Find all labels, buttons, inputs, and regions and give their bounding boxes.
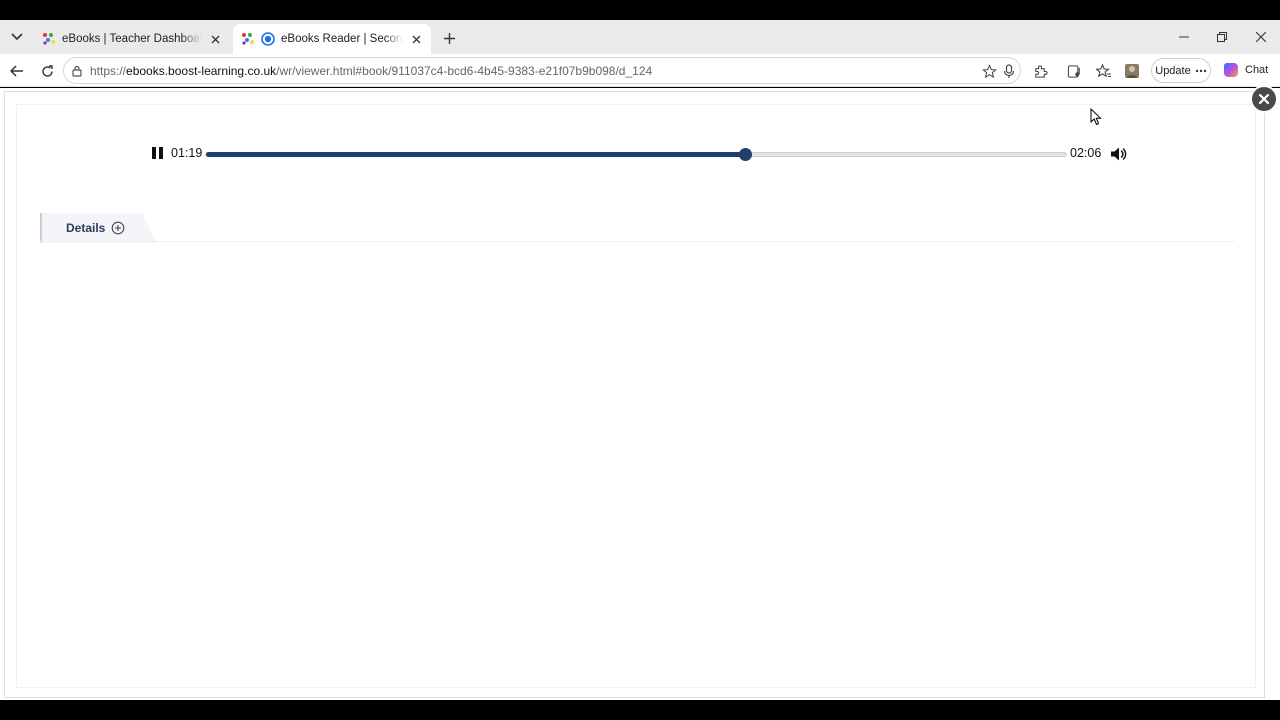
update-button[interactable]: Update [1151,58,1211,83]
audio-player: 01:19 02:06 [150,143,1130,165]
profile-avatar-icon [1125,64,1139,78]
seek-slider[interactable] [205,148,1067,161]
extensions-button[interactable] [1030,61,1050,81]
microphone-icon [1003,63,1015,78]
profile-button[interactable] [1122,61,1142,81]
screen-bottom-bar [0,700,1280,720]
star-outline-icon [981,63,997,78]
seek-thumb[interactable] [739,148,753,161]
restore-icon [1217,32,1227,42]
screen-top-bar [0,0,1280,20]
favorites-button[interactable] [1094,61,1114,81]
boost-favicon-icon [43,33,55,45]
seek-progress [206,152,746,157]
pause-icon-bar [151,147,156,159]
url-host: ebooks.boost-learning.co.uk [126,63,277,78]
chevron-down-icon [11,33,23,41]
details-divider [40,241,1235,242]
chat-label: Chat [1245,64,1269,76]
volume-button[interactable] [1110,146,1128,162]
music-note-icon [1067,64,1080,78]
media-playing-icon [261,32,275,46]
favorite-star-button[interactable] [981,63,997,79]
new-tab-button[interactable] [439,28,459,48]
close-tab-icon[interactable] [409,32,423,46]
reload-button[interactable] [37,61,57,81]
copilot-chat-button[interactable]: Chat [1222,59,1268,81]
tab-teacher-dashboard[interactable]: eBooks | Teacher Dashboard | Boo [34,24,230,54]
minimize-button[interactable] [1174,28,1194,46]
tab-ebooks-reader[interactable]: eBooks Reader | Secondary St [233,24,431,54]
boost-favicon-icon [242,33,254,45]
details-tab[interactable]: Details [40,213,156,243]
mouse-cursor-icon [1090,108,1102,126]
close-modal-button[interactable] [1252,87,1276,111]
tab-strip: eBooks | Teacher Dashboard | Boo eBooks … [0,20,1280,54]
close-icon [1256,32,1266,42]
details-label: Details [66,221,106,235]
page-viewport [0,88,1280,700]
read-aloud-button[interactable] [1001,63,1017,79]
url-path: /wr/viewer.html#book/911037c4-bcd6-4b45-… [276,63,653,78]
site-info-icon[interactable] [70,64,84,78]
favorites-list-icon [1096,63,1111,77]
reader-modal [4,91,1265,698]
plus-icon [443,32,455,44]
address-bar[interactable]: https://ebooks.boost-learning.co.uk/wr/v… [63,57,1021,84]
browser-toolbar: https://ebooks.boost-learning.co.uk/wr/v… [0,54,1280,87]
media-control-button[interactable] [1064,61,1084,81]
reload-icon [41,64,53,77]
more-dots-icon [1195,69,1206,72]
puzzle-icon [1034,64,1048,78]
arrow-left-icon [10,65,23,77]
back-button[interactable] [7,61,27,81]
reader-modal-content [16,104,1256,688]
url-scheme: https:// [90,63,127,78]
update-label: Update [1155,64,1191,77]
pause-icon-bar [158,147,163,159]
copilot-icon [1224,63,1238,77]
close-tab-icon[interactable] [208,32,222,46]
tab-title: eBooks | Teacher Dashboard | Boo [62,33,202,45]
volume-icon [1111,147,1127,161]
tab-title: eBooks Reader | Secondary St [281,33,403,45]
tab-list-dropdown[interactable] [6,27,28,47]
restore-button[interactable] [1212,28,1232,46]
plus-circle-icon[interactable] [111,221,125,235]
pause-button[interactable] [150,147,164,161]
close-icon [1259,94,1269,104]
minimize-icon [1179,36,1189,38]
current-time: 01:19 [171,146,203,160]
total-time: 02:06 [1070,146,1102,160]
close-window-button[interactable] [1251,28,1271,46]
url-text[interactable]: https://ebooks.boost-learning.co.uk/wr/v… [90,64,652,78]
